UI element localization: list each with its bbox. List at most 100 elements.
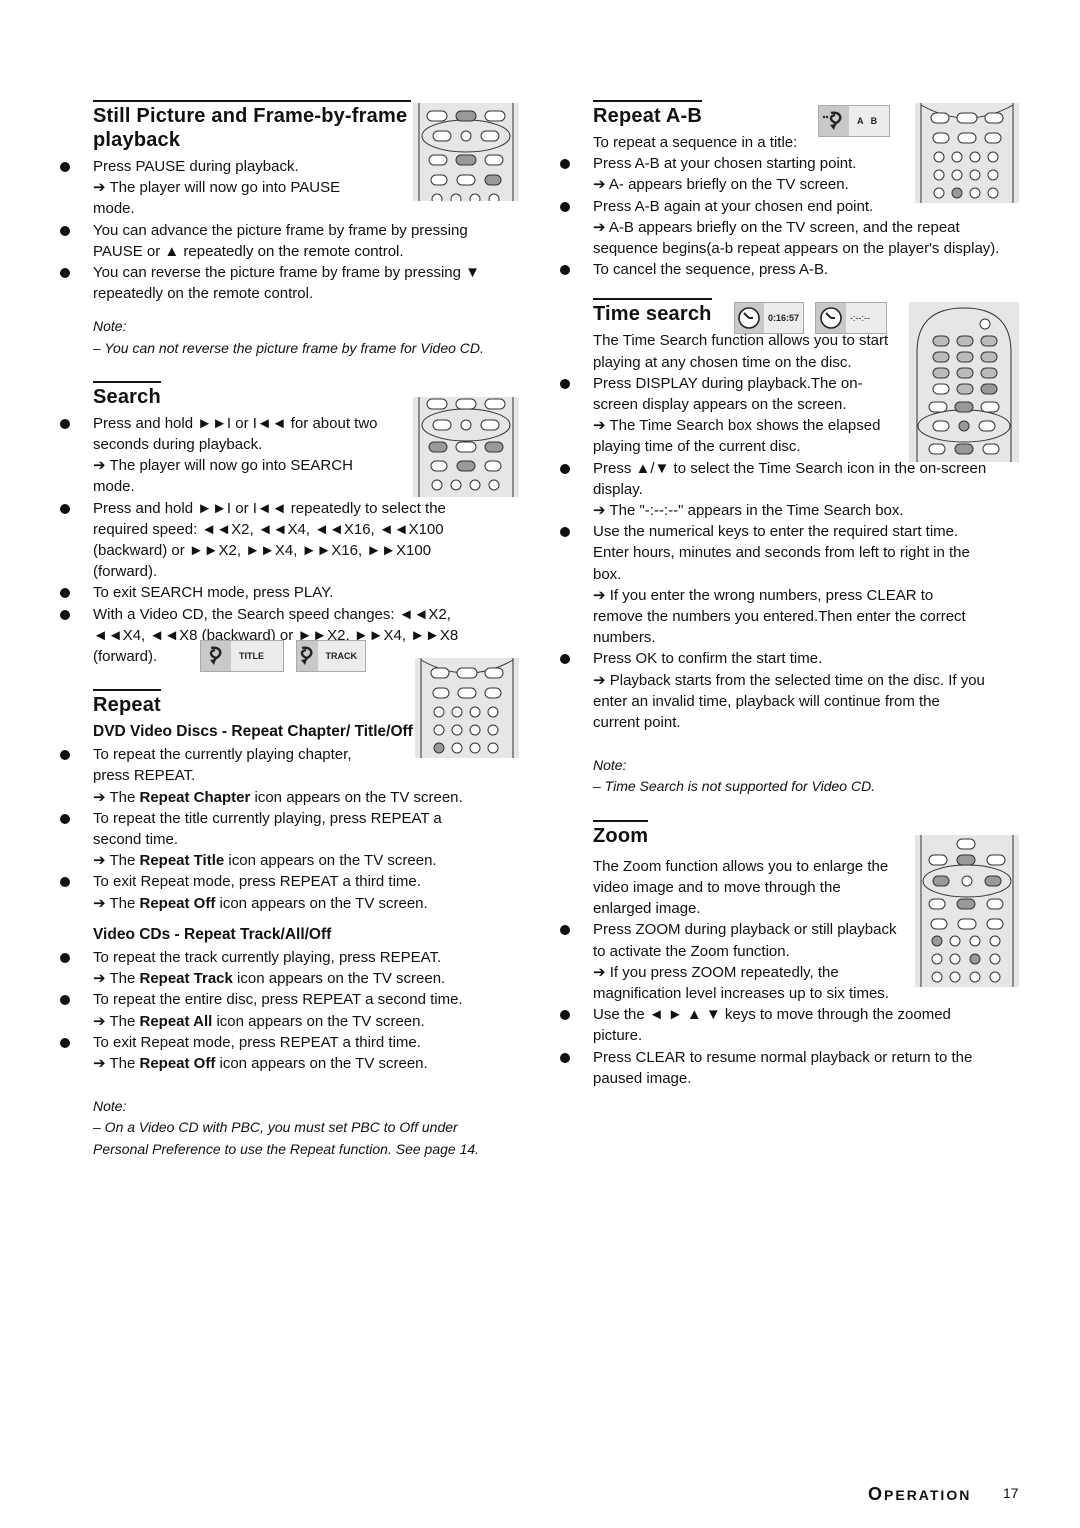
list-item: Press A-B at your chosen starting point.… — [557, 153, 903, 195]
bullet-result: ➔ The Repeat Track icon appears on the T… — [93, 970, 446, 988]
list-item: To repeat the currently playing chapter,… — [57, 744, 383, 786]
note-label: Note: — [593, 757, 627, 774]
list-item: Press A-B again at your chosen end point… — [557, 196, 1023, 260]
bullet-result: ➔ The player will now go into SEARCH mod… — [93, 457, 353, 496]
osd-repeat-title: TITLE — [200, 640, 284, 672]
bullet-text: Press ▲/▼ to select the Time Search icon… — [593, 459, 987, 498]
list-item: To exit SEARCH mode, press PLAY. — [57, 582, 487, 603]
osd-label: TRACK — [325, 651, 358, 661]
osd-label: A B — [857, 116, 878, 126]
repeat-heading: Repeat — [93, 689, 161, 717]
osd-repeat-track: TRACK — [296, 640, 366, 672]
heading-line-1: Still Picture and Frame-by-frame — [93, 105, 408, 127]
bullet-text: To repeat the currently playing chapter,… — [93, 746, 352, 785]
list-item: You can reverse the picture frame by fra… — [57, 262, 487, 304]
footer-section-name: PERATION — [884, 1487, 972, 1503]
left-column: Still Picture and Frame-by-frame playbac… — [57, 100, 487, 1160]
note-label: Note: — [93, 1098, 127, 1115]
osd-label: TITLE — [239, 651, 264, 661]
list-item: To cancel the sequence, press A-B. — [557, 259, 987, 280]
bullet-text: To exit Repeat mode, press REPEAT a thir… — [93, 1033, 421, 1051]
list-item: To repeat the title currently playing, p… — [57, 808, 487, 872]
list-item: Press ZOOM during playback or still play… — [557, 919, 913, 1004]
remote-illustration-zoom — [915, 835, 1019, 987]
bullet-text: Press CLEAR to resume normal playback or… — [593, 1048, 973, 1087]
osd-repeat-ab: A B — [818, 105, 890, 137]
remote-illustration-time — [909, 302, 1019, 462]
clock-icon — [735, 303, 764, 333]
bullet-text: Press A-B again at your chosen end point… — [593, 197, 874, 215]
list-item: Press and hold ►►I or I◄◄ repeatedly to … — [57, 498, 487, 583]
bullet-text: To repeat the track currently playing, p… — [93, 948, 442, 966]
list-item: To repeat the track currently playing, p… — [57, 947, 487, 989]
bullet-result: ➔ The player will now go into PAUSE mode… — [93, 179, 341, 218]
bullet-result: ➔ A-B appears briefly on the TV screen, … — [593, 218, 1000, 258]
still-picture-heading: Still Picture and Frame-by-frame playbac… — [93, 100, 411, 152]
bullet-result: ➔ The Repeat Title icon appears on the T… — [93, 852, 437, 870]
remote-illustration-ab — [915, 103, 1019, 203]
time-search-heading: Time search — [593, 298, 712, 326]
bullet-text: Press OK to confirm the start time. — [593, 650, 823, 668]
list-item: Press OK to confirm the start time. ➔ Pl… — [557, 648, 987, 733]
remote-illustration-repeat — [415, 658, 519, 758]
bullet-result: ➔ Playback starts from the selected time… — [593, 671, 985, 732]
repeat-section: Repeat DVD Video Discs - Repeat Chapter/… — [57, 689, 487, 1159]
osd-time-value: -:--:-- — [850, 313, 870, 323]
note-text: – On a Video CD with PBC, you must set P… — [93, 1119, 480, 1157]
list-item: To exit Repeat mode, press REPEAT a thir… — [57, 1032, 487, 1074]
bullet-result: ➔ The Repeat Chapter icon appears on the… — [93, 788, 463, 806]
bullet-result: ➔ The Repeat Off icon appears on the TV … — [93, 1054, 428, 1072]
list-item: Press CLEAR to resume normal playback or… — [557, 1047, 987, 1089]
zoom-heading: Zoom — [593, 819, 649, 848]
remote-search-drawing — [418, 397, 514, 497]
repeat-ab-icon — [819, 106, 849, 136]
bullet-text: Press and hold ►►I or I◄◄ repeatedly to … — [93, 499, 446, 581]
intro-text: The Time Search function allows you to s… — [593, 332, 889, 371]
list-item: Press and hold ►►I or I◄◄ for about two … — [57, 413, 378, 498]
bullet-text: To exit SEARCH mode, press PLAY. — [93, 584, 334, 602]
dvd-subheading: DVD Video Discs - Repeat Chapter/ Title/… — [93, 723, 413, 741]
list-item: Press ▲/▼ to select the Time Search icon… — [557, 458, 987, 522]
repeat-icon — [297, 641, 318, 671]
list-item: Use the numerical keys to enter the requ… — [557, 521, 987, 648]
bullet-text: Press A-B at your chosen starting point. — [593, 155, 857, 173]
list-item: You can advance the picture frame by fra… — [57, 220, 487, 262]
section-footer: OPERATION — [868, 1484, 971, 1505]
bullet-text: To cancel the sequence, press A-B. — [593, 261, 829, 279]
heading-line-2: playback — [93, 129, 181, 151]
note-text: – Time Search is not supported for Video… — [593, 778, 876, 795]
list-item: Use the ◄ ► ▲ ▼ keys to move through the… — [557, 1004, 987, 1046]
bullet-text: Press ZOOM during playback or still play… — [593, 921, 897, 960]
page-number: 17 — [1003, 1485, 1019, 1501]
list-item: To repeat the entire disc, press REPEAT … — [57, 989, 487, 1031]
bullet-text: Use the numerical keys to enter the requ… — [593, 523, 970, 583]
osd-time-blank: -:--:-- — [815, 302, 887, 334]
list-item: Press PAUSE during playback. ➔ The playe… — [57, 156, 373, 220]
bullet-text: To repeat the title currently playing, p… — [93, 809, 442, 849]
remote-zoom-drawing — [920, 835, 1014, 987]
bullet-text: You can reverse the picture frame by fra… — [93, 264, 480, 303]
remote-nav-pause-drawing — [418, 103, 514, 201]
repeat-ab-heading: Repeat A-B — [593, 100, 703, 128]
bullet-text: Press DISPLAY during playback.The on-scr… — [593, 374, 863, 414]
remote-illustration-search — [413, 397, 519, 497]
vcd-subheading: Video CDs - Repeat Track/All/Off — [93, 925, 332, 943]
bullet-text: Press PAUSE during playback. — [93, 158, 299, 175]
bullet-result: ➔ If you press ZOOM repeatedly, the magn… — [593, 963, 889, 1002]
bullet-text: Press and hold ►►I or I◄◄ for about two … — [93, 414, 378, 454]
list-item: Press DISPLAY during playback.The on-scr… — [557, 373, 903, 458]
note-text: – You can not reverse the picture frame … — [93, 339, 484, 356]
osd-time-value: 0:16:57 — [767, 313, 799, 323]
bullet-text: To exit Repeat mode, press REPEAT a thir… — [93, 873, 421, 891]
bullet-text: Use the ◄ ► ▲ ▼ keys to move through the… — [593, 1006, 951, 1045]
bullet-result: ➔ The Time Search box shows the elapsed … — [593, 417, 881, 456]
list-item: To exit Repeat mode, press REPEAT a thir… — [57, 871, 487, 913]
bullet-text: You can advance the picture frame by fra… — [93, 221, 468, 260]
bullet-result: ➔ The Repeat Off icon appears on the TV … — [93, 894, 428, 912]
remote-time-drawing — [916, 307, 1012, 462]
note-label: Note: — [93, 318, 127, 335]
bullet-result: ➔ The "-:--:--" appears in the Time Sear… — [593, 502, 904, 520]
footer-initial: O — [868, 1484, 885, 1504]
clock-icon — [816, 303, 846, 333]
remote-ab-drawing — [920, 103, 1014, 203]
